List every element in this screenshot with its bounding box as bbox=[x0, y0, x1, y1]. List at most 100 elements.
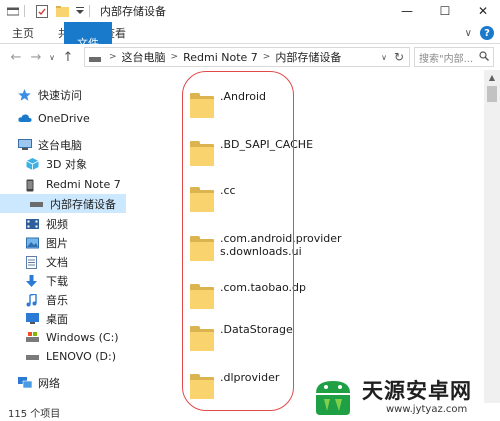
file-name-line1: .com.android.provider bbox=[220, 232, 342, 245]
music-icon bbox=[26, 292, 40, 306]
nav-label: LENOVO (D:) bbox=[46, 350, 117, 363]
nav-music[interactable]: 音乐 bbox=[26, 290, 68, 309]
file-item[interactable]: .com.android.provider s.downloads.ui bbox=[190, 225, 342, 267]
star-icon bbox=[18, 88, 32, 101]
ribbon-tabs: 文件 主页 共享 查看 ∨ ? bbox=[0, 22, 500, 64]
nav-network[interactable]: 网络 bbox=[18, 373, 60, 392]
file-item[interactable]: .DataStorage bbox=[190, 315, 293, 357]
drive-icon bbox=[89, 53, 101, 62]
nav-documents[interactable]: 文档 bbox=[26, 252, 68, 271]
computer-icon bbox=[18, 138, 32, 151]
address-bar[interactable]: > 这台电脑 > Redmi Note 7 > 内部存储设备 ∨ ↻ bbox=[84, 47, 410, 67]
nav-desktop[interactable]: 桌面 bbox=[26, 309, 68, 328]
file-item[interactable]: .cc bbox=[190, 176, 236, 218]
breadcrumb-storage[interactable]: 内部存储设备 bbox=[275, 49, 341, 65]
nav-pictures[interactable]: 图片 bbox=[26, 233, 68, 252]
file-name: .com.android.provider s.downloads.ui bbox=[220, 232, 342, 258]
file-name: .com.taobao.dp bbox=[220, 280, 306, 294]
up-button[interactable]: ↑ bbox=[58, 47, 78, 67]
help-icon[interactable]: ? bbox=[480, 26, 494, 40]
file-name: .cc bbox=[220, 183, 236, 197]
nav-internal-storage[interactable]: 内部存储设备 bbox=[0, 194, 126, 213]
storage-icon bbox=[30, 198, 44, 210]
nav-this-pc[interactable]: 这台电脑 bbox=[18, 135, 82, 154]
nav-quick-access[interactable]: 快速访问 bbox=[18, 85, 82, 104]
network-icon bbox=[18, 376, 33, 389]
nav-drive-d[interactable]: LENOVO (D:) bbox=[26, 347, 116, 366]
nav-label: 3D 对象 bbox=[46, 157, 87, 171]
cube-icon bbox=[26, 157, 40, 170]
minimize-button[interactable]: — bbox=[392, 0, 422, 22]
nav-label: 视频 bbox=[46, 217, 68, 231]
breadcrumb-separator: > bbox=[262, 52, 271, 62]
address-row: ← → ∨ ↑ > 这台电脑 > Redmi Note 7 > 内部存储设备 ∨… bbox=[0, 44, 500, 70]
phone-icon bbox=[26, 179, 40, 191]
item-count: 115 个项目 bbox=[8, 408, 61, 420]
navigation-pane: 快速访问 OneDrive 这台电脑 3D 对象 Redmi Note 7 内部… bbox=[0, 80, 126, 398]
file-item[interactable]: .com.taobao.dp bbox=[190, 273, 306, 315]
nav-label: 图片 bbox=[46, 236, 68, 250]
file-item[interactable]: .BD_SAPI_CACHE bbox=[190, 130, 313, 172]
nav-label: 网络 bbox=[38, 376, 60, 390]
properties-icon[interactable] bbox=[35, 4, 49, 18]
folder-icon bbox=[190, 93, 214, 118]
back-button[interactable]: ← bbox=[6, 47, 26, 67]
nav-3d-objects[interactable]: 3D 对象 bbox=[26, 154, 87, 173]
vertical-scrollbar[interactable]: ▲ bbox=[484, 70, 500, 403]
file-item[interactable]: .Android bbox=[190, 82, 266, 124]
video-icon bbox=[26, 218, 40, 230]
tab-home[interactable]: 主页 bbox=[0, 22, 46, 43]
scroll-thumb[interactable] bbox=[487, 86, 497, 102]
customize-quick-access-icon[interactable] bbox=[75, 4, 85, 18]
drive-icon bbox=[26, 331, 40, 344]
recent-locations-button[interactable]: ∨ bbox=[46, 47, 58, 67]
folder-icon bbox=[190, 141, 214, 166]
search-box[interactable]: 搜索"内部... bbox=[414, 47, 494, 67]
nav-downloads[interactable]: 下载 bbox=[26, 271, 68, 290]
nav-redmi-note-7[interactable]: Redmi Note 7 bbox=[26, 175, 121, 194]
android-logo-icon bbox=[316, 381, 350, 415]
nav-label: 桌面 bbox=[46, 312, 68, 326]
window-title: 内部存储设备 bbox=[100, 5, 166, 18]
nav-label: 内部存储设备 bbox=[50, 197, 116, 211]
search-placeholder: 搜索"内部... bbox=[419, 53, 474, 65]
magnifier-icon bbox=[479, 50, 489, 64]
folder-icon bbox=[190, 284, 214, 309]
address-dropdown-icon[interactable]: ∨ bbox=[381, 53, 387, 62]
title-bar: 内部存储设备 — ☐ ✕ bbox=[0, 0, 500, 22]
watermark-title: 天源安卓网 bbox=[362, 379, 472, 403]
scroll-up-icon[interactable]: ▲ bbox=[484, 70, 500, 84]
nav-drive-c[interactable]: Windows (C:) bbox=[26, 328, 119, 347]
breadcrumb-separator: > bbox=[109, 52, 117, 62]
drive-icon bbox=[26, 351, 40, 363]
nav-label: OneDrive bbox=[38, 112, 90, 125]
nav-label: 文档 bbox=[46, 255, 68, 269]
close-button[interactable]: ✕ bbox=[468, 0, 498, 22]
download-icon bbox=[26, 274, 40, 287]
maximize-button[interactable]: ☐ bbox=[430, 0, 460, 22]
forward-button[interactable]: → bbox=[26, 47, 46, 67]
breadcrumb-this-pc[interactable]: 这台电脑 bbox=[122, 49, 166, 65]
nav-onedrive[interactable]: OneDrive bbox=[18, 109, 90, 128]
breadcrumb-device[interactable]: Redmi Note 7 bbox=[183, 51, 258, 64]
watermark: 天源安卓网 www.jytyaz.com bbox=[306, 373, 500, 421]
file-item[interactable]: .dlprovider bbox=[190, 363, 279, 405]
divider bbox=[24, 5, 25, 17]
file-name-line2: s.downloads.ui bbox=[220, 245, 302, 258]
nav-label: 下载 bbox=[46, 274, 68, 288]
folder-icon bbox=[190, 236, 214, 261]
watermark-url: www.jytyaz.com bbox=[386, 404, 468, 415]
file-name: .Android bbox=[220, 89, 267, 103]
document-icon bbox=[26, 255, 40, 269]
nav-videos[interactable]: 视频 bbox=[26, 214, 68, 233]
window-menu-icon[interactable] bbox=[6, 4, 20, 18]
expand-ribbon-icon[interactable]: ∨ bbox=[465, 28, 472, 39]
file-name: .DataStorage bbox=[220, 322, 293, 336]
nav-label: Redmi Note 7 bbox=[46, 178, 121, 191]
refresh-icon[interactable]: ↻ bbox=[394, 50, 404, 64]
file-name: .BD_SAPI_CACHE bbox=[220, 137, 314, 151]
cloud-icon bbox=[18, 113, 32, 125]
nav-label: 快速访问 bbox=[38, 88, 82, 102]
new-folder-icon[interactable] bbox=[55, 4, 69, 18]
folder-icon bbox=[190, 374, 214, 399]
